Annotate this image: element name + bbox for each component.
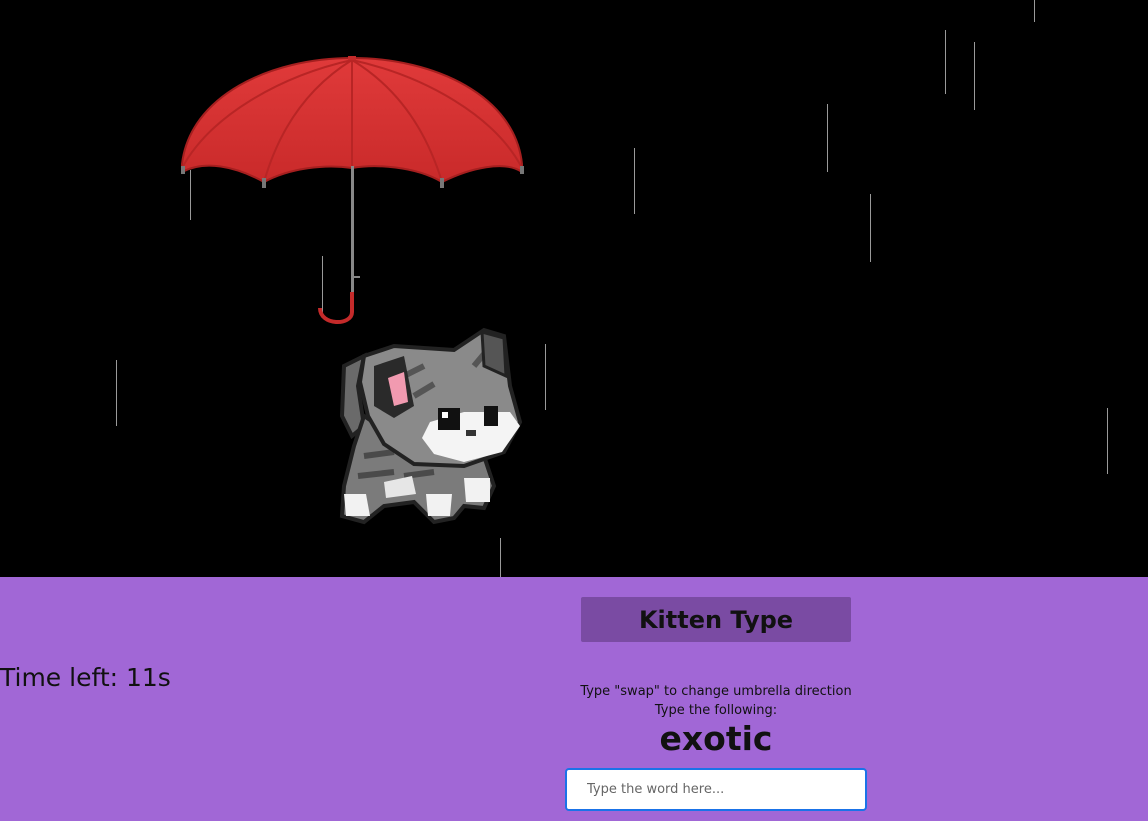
raindrop xyxy=(1107,408,1108,474)
raindrop xyxy=(1034,0,1035,22)
control-panel: Time left: 11s Kitten Type Type "swap" t… xyxy=(0,577,1148,821)
kitten-icon xyxy=(339,327,523,525)
raindrop xyxy=(974,42,975,110)
rain-scene xyxy=(0,0,1148,577)
raindrop xyxy=(545,344,546,410)
swap-instruction: Type "swap" to change umbrella direction xyxy=(580,684,852,699)
time-left-label: Time left: 11s xyxy=(0,663,171,692)
umbrella-icon xyxy=(181,56,524,324)
target-word: exotic xyxy=(659,719,773,758)
raindrop xyxy=(116,360,117,426)
word-input[interactable] xyxy=(565,768,867,811)
raindrop xyxy=(870,194,871,262)
type-instruction: Type the following: xyxy=(654,703,778,718)
title-banner: Kitten Type xyxy=(581,597,851,642)
game-title: Kitten Type xyxy=(638,605,794,634)
raindrop xyxy=(945,30,946,94)
raindrop xyxy=(827,104,828,172)
raindrop xyxy=(500,538,501,577)
raindrop xyxy=(634,148,635,214)
